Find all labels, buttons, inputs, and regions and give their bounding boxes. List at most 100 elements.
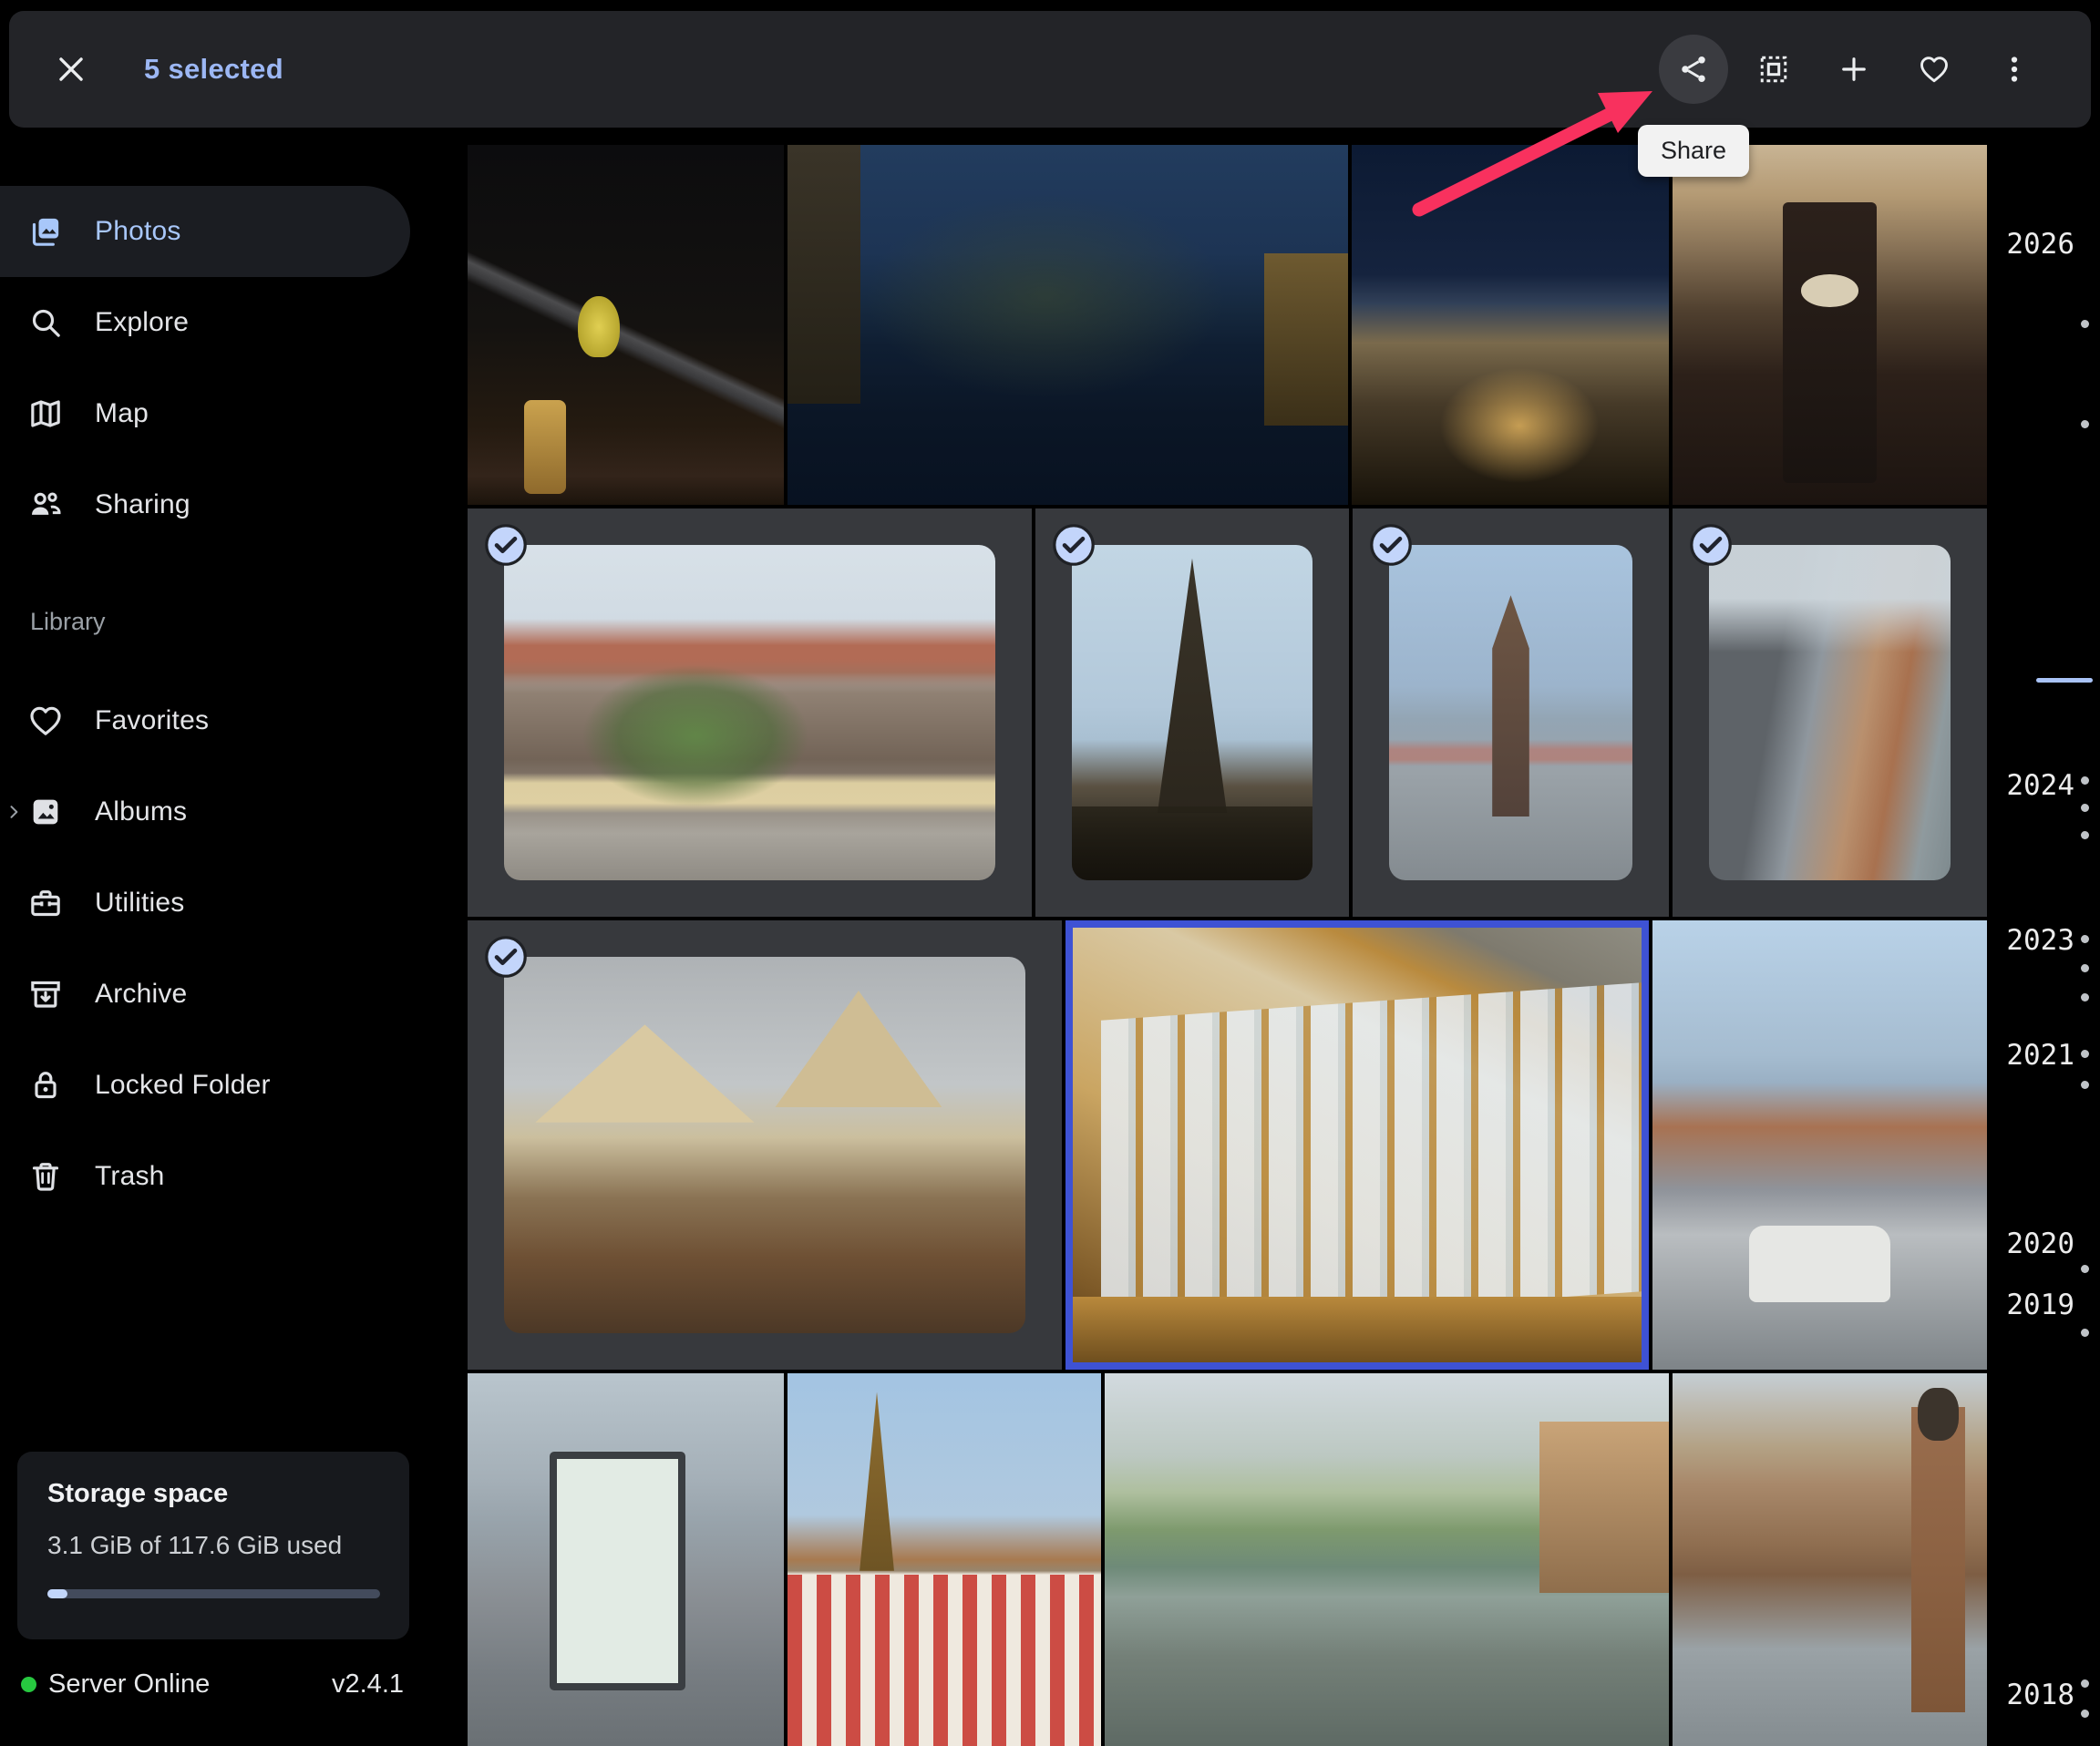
share-button[interactable] <box>1677 53 1710 86</box>
timeline-year[interactable]: 2021 <box>2006 1039 2074 1072</box>
sidebar-item-label: Albums <box>95 796 187 827</box>
photo-tile[interactable] <box>1673 145 1987 505</box>
archive-icon <box>27 976 64 1012</box>
timeline-dot <box>2081 831 2089 839</box>
server-version: v2.4.1 <box>332 1669 404 1700</box>
selected-check-icon[interactable] <box>1689 523 1733 567</box>
sidebar-item-favorites[interactable]: Favorites <box>0 675 410 766</box>
photo-tile[interactable] <box>788 145 1348 505</box>
share-tooltip: Share <box>1638 125 1749 177</box>
search-icon <box>27 304 64 341</box>
toolbar-actions <box>1677 53 2091 86</box>
storage-title: Storage space <box>47 1479 379 1509</box>
close-icon <box>54 52 88 87</box>
people-icon <box>27 487 64 523</box>
sidebar-item-photos[interactable]: Photos <box>0 186 410 277</box>
album-icon <box>27 794 64 830</box>
toolbox-icon <box>27 885 64 921</box>
storage-usage: 3.1 GiB of 117.6 GiB used <box>47 1531 379 1560</box>
timeline-dot <box>2081 964 2089 972</box>
photo-tile-selected[interactable] <box>468 920 1062 1370</box>
sidebar-item-map[interactable]: Map <box>0 368 410 459</box>
photo-tile[interactable] <box>468 1373 784 1746</box>
photo-thumbnail <box>1105 1373 1669 1746</box>
timeline-dot <box>2081 420 2089 428</box>
trash-icon <box>27 1158 64 1195</box>
photo-thumbnail <box>1073 928 1642 1362</box>
timeline-dot <box>2081 1265 2089 1273</box>
photo-tile[interactable] <box>468 145 784 505</box>
sidebar-item-label: Utilities <box>95 888 184 919</box>
photo-thumbnail <box>468 145 784 505</box>
photo-tile-selected[interactable] <box>468 508 1032 917</box>
select-all-icon <box>1757 52 1790 87</box>
photo-thumbnail <box>1352 145 1669 505</box>
add-to-album-button[interactable] <box>1838 53 1870 86</box>
sidebar-item-label: Archive <box>95 979 187 1010</box>
storage-progress-bar <box>47 1589 380 1598</box>
photo-tile[interactable] <box>1652 920 1987 1370</box>
photo-tile[interactable] <box>1673 1373 1987 1746</box>
photo-thumbnail <box>504 545 995 880</box>
photo-thumbnail <box>1652 920 1987 1370</box>
selection-count: 5 selected <box>144 53 283 86</box>
sidebar-item-utilities[interactable]: Utilities <box>0 858 410 949</box>
sidebar-item-trash[interactable]: Trash <box>0 1131 410 1222</box>
lock-icon <box>27 1067 64 1104</box>
photos-icon <box>27 213 64 250</box>
sidebar-item-label: Locked Folder <box>95 1070 271 1101</box>
sidebar: Photos Explore Map Sharing <box>0 128 419 1222</box>
library-section-label: Library <box>0 603 419 640</box>
timeline-year[interactable]: 2020 <box>2006 1227 2074 1260</box>
photo-thumbnail <box>1389 545 1632 880</box>
select-all-button[interactable] <box>1757 53 1790 86</box>
timeline-year[interactable]: 2018 <box>2006 1679 2074 1711</box>
sidebar-item-label: Map <box>95 398 149 429</box>
sidebar-item-archive[interactable]: Archive <box>0 949 410 1040</box>
sidebar-item-albums[interactable]: Albums <box>0 766 410 858</box>
favorite-button[interactable] <box>1918 53 1951 86</box>
photo-thumbnail <box>1072 545 1312 880</box>
photo-tile[interactable] <box>788 1373 1101 1746</box>
sidebar-item-label: Explore <box>95 307 189 338</box>
selected-check-icon[interactable] <box>1369 523 1413 567</box>
photo-tile[interactable] <box>1105 1373 1669 1746</box>
server-status-label: Server Online <box>48 1669 210 1700</box>
add-icon <box>1838 52 1870 87</box>
heart-icon <box>27 703 64 739</box>
sidebar-item-label: Sharing <box>95 489 190 520</box>
heart-icon <box>1918 52 1951 87</box>
photo-thumbnail <box>1709 545 1951 880</box>
timeline-dot <box>2081 1081 2089 1089</box>
sidebar-item-label: Favorites <box>95 705 209 736</box>
storage-card: Storage space 3.1 GiB of 117.6 GiB used <box>17 1452 409 1639</box>
photo-thumbnail <box>1673 1373 1987 1746</box>
photo-thumbnail <box>468 1373 784 1746</box>
timeline-scrub-indicator[interactable] <box>2036 678 2093 683</box>
chevron-right-icon[interactable] <box>4 802 24 822</box>
sidebar-item-locked-folder[interactable]: Locked Folder <box>0 1040 410 1131</box>
timeline-dot <box>2081 776 2089 785</box>
sidebar-item-label: Trash <box>95 1161 165 1192</box>
timeline-year[interactable]: 2019 <box>2006 1289 2074 1321</box>
photo-tile-selected[interactable] <box>1353 508 1669 917</box>
timeline-year[interactable]: 2026 <box>2006 228 2074 261</box>
photo-thumbnail <box>788 145 1348 505</box>
photo-tile-selected[interactable] <box>1035 508 1349 917</box>
timeline-year[interactable]: 2023 <box>2006 924 2074 957</box>
photo-tile-selected[interactable] <box>1673 508 1987 917</box>
photo-tile-focused[interactable] <box>1065 920 1649 1370</box>
selected-check-icon[interactable] <box>484 935 528 979</box>
close-selection-button[interactable] <box>44 42 98 97</box>
photo-tile[interactable] <box>1352 145 1669 505</box>
selected-check-icon[interactable] <box>484 523 528 567</box>
online-status-dot <box>21 1677 36 1692</box>
selected-check-icon[interactable] <box>1052 523 1096 567</box>
more-options-button[interactable] <box>1998 53 2031 86</box>
sidebar-item-sharing[interactable]: Sharing <box>0 459 410 550</box>
timeline-year[interactable]: 2024 <box>2006 769 2074 802</box>
share-icon <box>1677 52 1710 87</box>
sidebar-item-explore[interactable]: Explore <box>0 277 410 368</box>
timeline-dot <box>2081 1679 2089 1688</box>
timeline-dot <box>2081 1050 2089 1058</box>
